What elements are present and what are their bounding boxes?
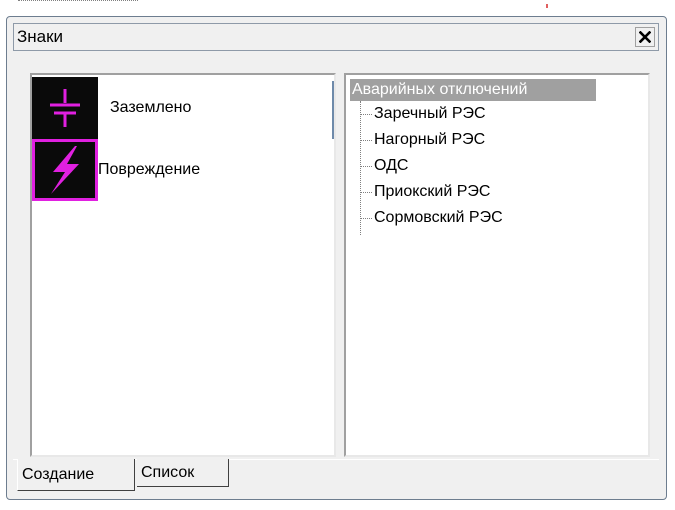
tree-root-item[interactable]: Аварийных отключений: [350, 79, 596, 101]
tree-branch-line: [360, 140, 372, 141]
tab-list[interactable]: Список: [137, 459, 229, 487]
sign-item-damage[interactable]: Повреждение: [32, 139, 332, 205]
background-divider: [18, 0, 138, 5]
sign-label-damage: Повреждение: [98, 161, 201, 178]
tree-branch-line: [360, 166, 372, 167]
background-marker: [546, 4, 548, 8]
lightning-icon: [32, 139, 98, 201]
window-title: Знаки: [17, 27, 64, 46]
signs-list[interactable]: Заземлено Повреждение: [30, 73, 336, 457]
close-icon: [639, 31, 651, 43]
tree-item-label: ОДС: [374, 157, 409, 174]
tree-item-label: Заречный РЭС: [374, 105, 486, 122]
tab-bar: Создание Список: [13, 459, 659, 493]
sign-item-grounded[interactable]: Заземлено: [32, 77, 332, 143]
signs-window: Знаки Заземлено Повреждение Аварийных от…: [6, 16, 667, 500]
tree-branch-line: [360, 192, 372, 193]
tree-guide-line: [360, 101, 361, 235]
departments-tree[interactable]: Аварийных отключений Заречный РЭС Нагорн…: [344, 73, 650, 457]
tree-item-label: Нагорный РЭС: [374, 131, 486, 148]
close-button[interactable]: [635, 27, 655, 47]
ground-icon: [32, 77, 98, 139]
tree-branch-line: [360, 218, 372, 219]
tab-create[interactable]: Создание: [17, 459, 135, 491]
tree-item-label: Сормовский РЭС: [374, 209, 503, 226]
sign-label-grounded: Заземлено: [110, 99, 192, 116]
list-focus-indicator: [332, 81, 334, 139]
tree-item-label: Приокский РЭС: [374, 183, 491, 200]
tree-branch-line: [360, 114, 372, 115]
title-bar[interactable]: Знаки: [13, 23, 659, 51]
content-area: Заземлено Повреждение Аварийных отключен…: [13, 53, 659, 459]
